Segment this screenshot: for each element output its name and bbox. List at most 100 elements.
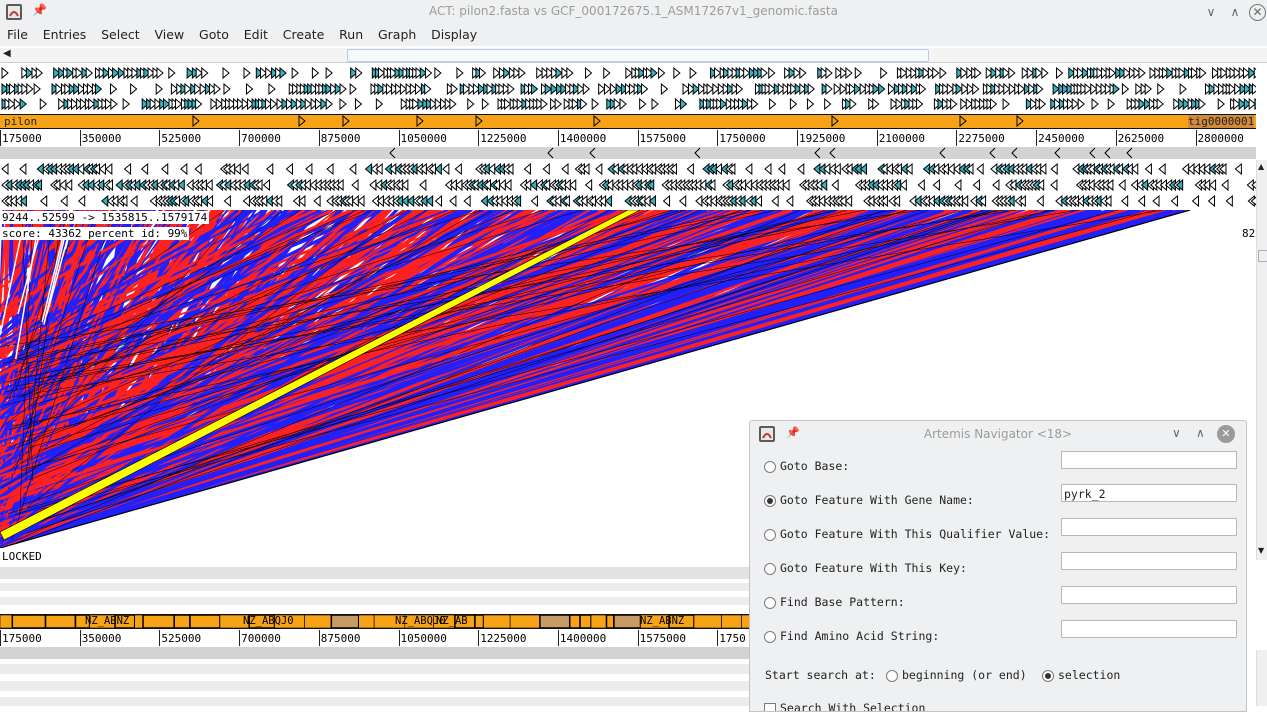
ruler-tick (557, 130, 559, 146)
menu-goto[interactable]: Goto (199, 24, 229, 42)
start-beginning-option[interactable]: beginning (or end) (886, 666, 1036, 686)
right-vertical-scrollbar[interactable]: ▲ ▼ (1256, 160, 1267, 560)
feature-glyphs (1, 82, 1260, 96)
scroll-down-icon[interactable]: ▼ (1258, 546, 1264, 555)
goto-gene-name-radio[interactable] (764, 495, 776, 507)
scroll-left-icon[interactable]: ◀ (3, 48, 11, 59)
bottom-track-empty-2 (0, 583, 749, 591)
close-button[interactable]: ✕ (1217, 425, 1235, 443)
amino-acid-input[interactable] (1061, 620, 1237, 638)
contig-marker (593, 115, 601, 128)
ruler-tick (398, 630, 400, 646)
ruler-tick (717, 630, 719, 646)
ruler-tick (0, 630, 1, 646)
ruler-label: 175000 (2, 132, 42, 145)
feature-glyphs (1, 162, 1242, 176)
ruler-tick (318, 130, 320, 146)
right-lower-scrollbar[interactable] (1256, 650, 1267, 706)
bottom-ruler: 175000 350000 525000 700000 875000 1050000 122… (0, 630, 749, 646)
locked-indicator: LOCKED (0, 550, 44, 563)
start-beginning-label: beginning (or end) (902, 668, 1027, 682)
reverse-frame-2-track[interactable] (0, 178, 1263, 192)
bottom-contig-bar[interactable]: NZ_ABNZ NZ_ABQJ0 NZ_ABQJ0 NZ_AB NZ_ABNZ (0, 614, 749, 629)
top-ruler: 175000 350000 525000 700000 875000 1050000 122… (0, 130, 1256, 146)
contig-markers (192, 115, 1024, 128)
close-icon: ✕ (1252, 5, 1263, 19)
bottom-feature-label: NZ_AB (436, 615, 468, 627)
start-selection-option[interactable]: selection (1042, 666, 1142, 686)
goto-qualifier-radio[interactable] (764, 529, 776, 541)
top-horizontal-scrollbar[interactable]: ◀ (0, 48, 1267, 63)
start-selection-radio[interactable] (1042, 670, 1054, 682)
ruler-label: 1225000 (480, 632, 527, 645)
base-pattern-input[interactable] (1061, 586, 1237, 604)
contig-marker (959, 115, 967, 128)
bottom-feature-label: NZ_ABNZ (85, 615, 130, 627)
find-amino-acid-label: Find Amino Acid String: (780, 629, 940, 643)
goto-base-input[interactable] (1061, 451, 1237, 469)
reverse-frame-3-track[interactable] (0, 194, 1267, 208)
ruler-tick (239, 130, 241, 146)
ruler-tick (478, 130, 480, 146)
top-contig-bar[interactable]: pilon tig0000001 (0, 114, 1256, 129)
ruler-label: 2800000 (1197, 132, 1244, 145)
goto-base-radio[interactable] (764, 461, 776, 473)
menu-edit[interactable]: Edit (244, 24, 268, 42)
ruler-label: 525000 (161, 632, 202, 645)
bottom-feature-label: NZ_ABNZ (640, 615, 685, 627)
bottom-track-empty-3 (0, 597, 749, 605)
find-amino-acid-radio[interactable] (764, 631, 776, 643)
gene-name-input[interactable]: pyrk_2 (1061, 484, 1237, 502)
search-with-selection-checkbox[interactable] (764, 703, 776, 711)
ruler-label: 875000 (320, 632, 361, 645)
ruler-tick (1036, 130, 1038, 146)
maximize-button[interactable]: ∧ (1196, 426, 1205, 440)
forward-frame-1-track[interactable] (0, 66, 1266, 80)
start-selection-label: selection (1058, 668, 1121, 682)
ruler-label: 700000 (241, 632, 281, 645)
menu-graph[interactable]: Graph (378, 24, 416, 42)
minimize-button[interactable]: ∨ (1172, 426, 1181, 440)
minimize-button[interactable]: ∨ (1202, 3, 1220, 21)
ruler-tick (557, 630, 559, 646)
ruler-label: 2100000 (878, 132, 926, 145)
navigator-title-bar: 📌 Artemis Navigator <18> ∨ ∧ ✕ (750, 421, 1246, 447)
ruler-label: 2625000 (1117, 132, 1165, 145)
ruler-label: 1925000 (799, 132, 846, 145)
feature-glyphs (1, 194, 1267, 208)
bottom-translation-bar (0, 647, 749, 659)
feature-glyphs (1, 178, 1263, 192)
search-with-selection-option[interactable]: Search With Selection (764, 701, 1064, 711)
menu-entries[interactable]: Entries (43, 24, 87, 42)
menu-file[interactable]: File (7, 24, 28, 42)
find-base-pattern-radio[interactable] (764, 597, 776, 609)
menu-create[interactable]: Create (283, 24, 325, 42)
ruler-label: 175000 (2, 632, 42, 645)
qualifier-value-input[interactable] (1061, 518, 1237, 536)
vertical-scroll-thumb[interactable] (1258, 250, 1267, 262)
menu-view[interactable]: View (155, 24, 185, 42)
feature-glyphs (1, 97, 1267, 111)
ruler-label: 700000 (241, 132, 281, 145)
ruler-tick (79, 130, 81, 146)
bottom-track-empty-1 (0, 567, 749, 579)
scroll-up-icon[interactable]: ▲ (1258, 162, 1264, 171)
start-beginning-radio[interactable] (886, 670, 898, 682)
top-translation-bar (0, 147, 1256, 159)
menu-display[interactable]: Display (431, 24, 477, 42)
contig-marker (416, 115, 424, 128)
menu-select[interactable]: Select (101, 24, 140, 42)
ruler-tick (717, 130, 719, 146)
forward-frame-2-track[interactable] (0, 82, 1260, 96)
close-button[interactable]: ✕ (1249, 4, 1266, 21)
scrollbar-thumb[interactable] (347, 49, 929, 62)
reverse-frame-1-track[interactable] (0, 162, 1256, 176)
close-icon: ✕ (1221, 427, 1231, 440)
maximize-button[interactable]: ∧ (1226, 3, 1244, 21)
goto-key-radio[interactable] (764, 563, 776, 575)
translation-markers (389, 147, 1133, 159)
ruler-tick (956, 130, 958, 146)
forward-frame-3-track[interactable] (0, 97, 1267, 111)
menu-run[interactable]: Run (339, 24, 363, 42)
key-input[interactable] (1061, 552, 1237, 570)
